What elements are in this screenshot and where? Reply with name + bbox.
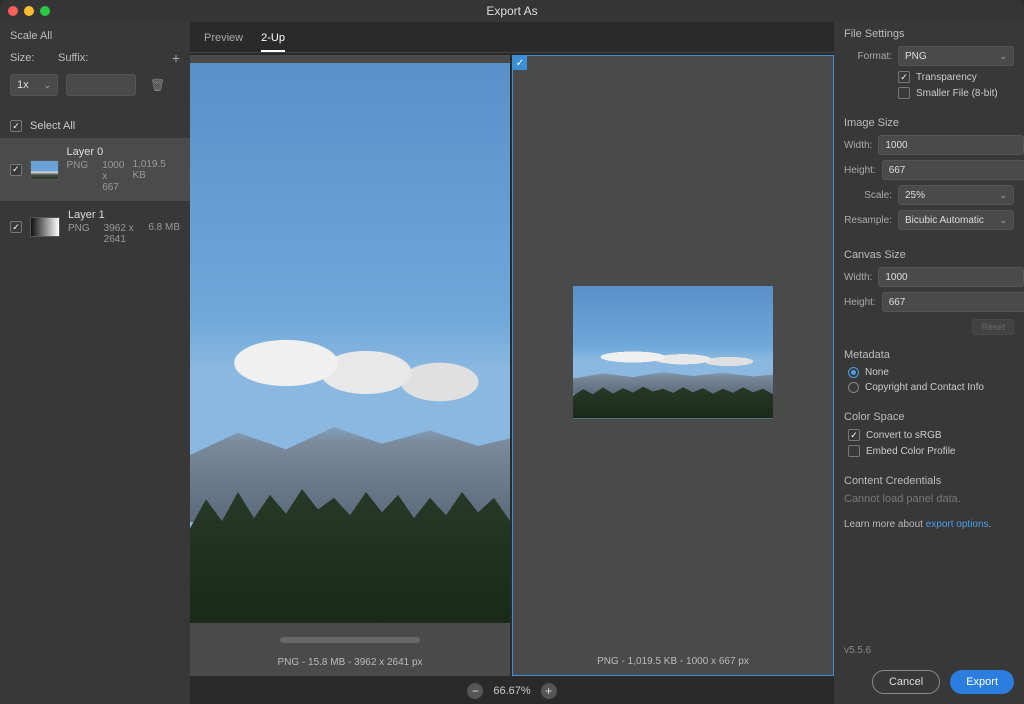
canvas-height-input[interactable] (882, 292, 1024, 312)
trash-icon[interactable]: 🗑 (150, 78, 165, 92)
learn-more-prefix: Learn more about (844, 519, 926, 530)
scale-select[interactable]: 25% ⌄ (898, 185, 1014, 205)
chevron-down-icon: ⌄ (43, 80, 51, 91)
layer-filesize: 1,019.5 KB (132, 159, 180, 181)
metadata-copyright-radio[interactable] (848, 382, 859, 393)
reset-button[interactable]: Reset (972, 319, 1014, 335)
metadata-none-radio[interactable] (848, 367, 859, 378)
chevron-down-icon: ⌄ (999, 190, 1007, 201)
layer-thumbnail (30, 160, 59, 180)
transparency-label: Transparency (916, 72, 977, 83)
resample-value: Bicubic Automatic (905, 215, 984, 226)
metadata-heading: Metadata (844, 349, 1014, 361)
export-options-link[interactable]: export options (926, 519, 989, 530)
layer-filesize: 6.8 MB (148, 222, 180, 233)
select-all-label: Select All (30, 120, 75, 132)
window-title: Export As (0, 4, 1024, 18)
cancel-button[interactable]: Cancel (872, 670, 940, 694)
width-label: Width: (844, 140, 872, 151)
smaller-file-checkbox[interactable] (898, 87, 910, 99)
height-input[interactable] (882, 160, 1024, 180)
format-select[interactable]: PNG ⌄ (898, 46, 1014, 66)
layer-row[interactable]: Layer 0 PNG 1000 x 667 1,019.5 KB (0, 138, 190, 201)
left-preview-pane[interactable]: PNG - 15.8 MB - 3962 x 2641 px (190, 55, 510, 676)
preview-original-image (190, 63, 510, 623)
chevron-down-icon: ⌄ (999, 51, 1007, 62)
scale-value: 25% (905, 190, 925, 201)
preview-area: Preview 2-Up PNG - 15.8 MB - 3962 x 2641… (190, 22, 834, 704)
color-space-heading: Color Space (844, 411, 1014, 423)
layer-format: PNG (68, 223, 90, 245)
metadata-none-label: None (865, 367, 889, 378)
format-label: Format: (844, 51, 892, 62)
image-size-heading: Image Size (844, 117, 1014, 129)
file-settings-heading: File Settings (844, 28, 1014, 40)
preview-export-image (573, 286, 773, 419)
resample-select[interactable]: Bicubic Automatic ⌄ (898, 210, 1014, 230)
zoom-value: 66.67% (493, 685, 530, 697)
layer-format: PNG (67, 160, 89, 193)
suffix-input[interactable] (66, 74, 136, 96)
zoom-out-button[interactable]: − (467, 683, 483, 699)
layer-name: Layer 1 (68, 209, 140, 221)
zoom-in-button[interactable]: + (541, 683, 557, 699)
scale-all-heading: Scale All (0, 22, 190, 46)
embed-profile-label: Embed Color Profile (866, 446, 955, 457)
smaller-file-label: Smaller File (8-bit) (916, 88, 998, 99)
layer-dims: 1000 x 667 (102, 160, 124, 193)
embed-profile-checkbox[interactable] (848, 445, 860, 457)
tab-preview[interactable]: Preview (204, 28, 243, 52)
content-credentials-heading: Content Credentials (844, 475, 1014, 487)
format-value: PNG (905, 51, 927, 62)
convert-srgb-checkbox[interactable] (848, 429, 860, 441)
tab-2up[interactable]: 2-Up (261, 28, 285, 52)
right-pane-status: PNG - 1,019.5 KB - 1000 x 667 px (513, 648, 833, 675)
transparency-checkbox[interactable] (898, 71, 910, 83)
settings-panel: File Settings Format: PNG ⌄ Transparency… (834, 22, 1024, 704)
content-credentials-msg: Cannot load panel data. (844, 493, 1014, 505)
size-label: Size: (10, 52, 50, 64)
layer-row[interactable]: Layer 1 PNG 3962 x 2641 6.8 MB (0, 201, 190, 253)
cheight-label: Height: (844, 297, 876, 308)
add-scale-icon[interactable]: + (172, 50, 180, 66)
sidebar: Scale All Size: Suffix: + 1x ⌄ 🗑 Select … (0, 22, 190, 704)
layer-checkbox[interactable] (10, 164, 22, 176)
scale-select-value: 1x (17, 79, 29, 91)
scale-label: Scale: (844, 190, 892, 201)
select-all-checkbox[interactable] (10, 120, 22, 132)
version-label: v5.5.6 (834, 637, 1024, 664)
canvas-width-input[interactable] (878, 267, 1024, 287)
width-input[interactable] (878, 135, 1024, 155)
titlebar: Export As (0, 0, 1024, 22)
layer-dims: 3962 x 2641 (104, 223, 141, 245)
metadata-copyright-label: Copyright and Contact Info (865, 382, 984, 393)
layer-checkbox[interactable] (10, 221, 22, 233)
right-preview-pane[interactable]: ✓ PNG - 1,019.5 KB - 1000 x 667 px (512, 55, 834, 676)
left-pane-status: PNG - 15.8 MB - 3962 x 2641 px (190, 649, 510, 676)
resample-label: Resample: (844, 215, 892, 226)
height-label: Height: (844, 165, 876, 176)
cwidth-label: Width: (844, 272, 872, 283)
suffix-label: Suffix: (58, 52, 164, 64)
scale-select[interactable]: 1x ⌄ (10, 74, 58, 96)
export-button[interactable]: Export (950, 670, 1014, 694)
chevron-down-icon: ⌄ (999, 215, 1007, 226)
layer-thumbnail (30, 217, 60, 237)
layer-name: Layer 0 (67, 146, 125, 158)
convert-srgb-label: Convert to sRGB (866, 430, 942, 441)
horizontal-scrollbar[interactable] (280, 637, 420, 643)
canvas-size-heading: Canvas Size (844, 249, 1014, 261)
